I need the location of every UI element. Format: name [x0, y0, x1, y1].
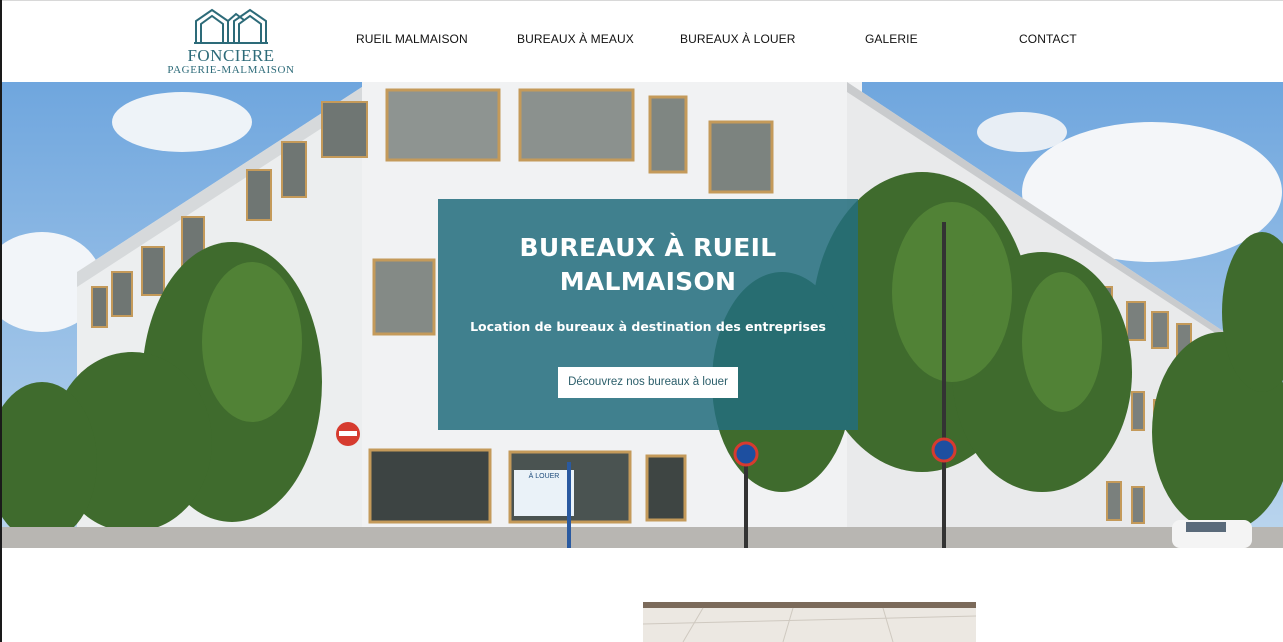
- nav-item-bureaux-louer[interactable]: BUREAUX À LOUER: [680, 32, 796, 46]
- for-rent-sign-text: À LOUER: [529, 471, 560, 480]
- nav-item-bureaux-meaux[interactable]: BUREAUX À MEAUX: [517, 32, 634, 46]
- nav-item-contact[interactable]: CONTACT: [1019, 32, 1077, 46]
- ceiling-photo: [643, 602, 976, 642]
- left-border: [0, 0, 2, 642]
- section-image: [643, 602, 976, 642]
- site-logo[interactable]: FONCIERE PAGERIE-MALMAISON: [160, 7, 302, 79]
- logo-name-line1: FONCIERE: [187, 46, 275, 65]
- hero-title-line2: MALMAISON: [559, 267, 737, 296]
- hero-title: BUREAUX À RUEIL MALMAISON: [438, 231, 858, 299]
- hero-banner: À LOUER BUREAUX À RUEIL MALMAISON Locati…: [2, 82, 1283, 548]
- hero-overlay-card: BUREAUX À RUEIL MALMAISON Location de bu…: [438, 199, 858, 430]
- nav-item-rueil-malmaison[interactable]: RUEIL MALMAISON: [356, 32, 468, 46]
- site-header: FONCIERE PAGERIE-MALMAISON RUEIL MALMAIS…: [2, 1, 1283, 82]
- logo-name-line2: PAGERIE-MALMAISON: [167, 64, 295, 76]
- discover-offices-button[interactable]: Découvrez nos bureaux à louer: [558, 367, 738, 398]
- building-roofs-icon: [194, 8, 268, 44]
- hero-subtitle: Location de bureaux à destination des en…: [470, 319, 826, 334]
- nav-item-galerie[interactable]: GALERIE: [865, 32, 918, 46]
- hero-title-line1: BUREAUX À RUEIL: [519, 233, 777, 262]
